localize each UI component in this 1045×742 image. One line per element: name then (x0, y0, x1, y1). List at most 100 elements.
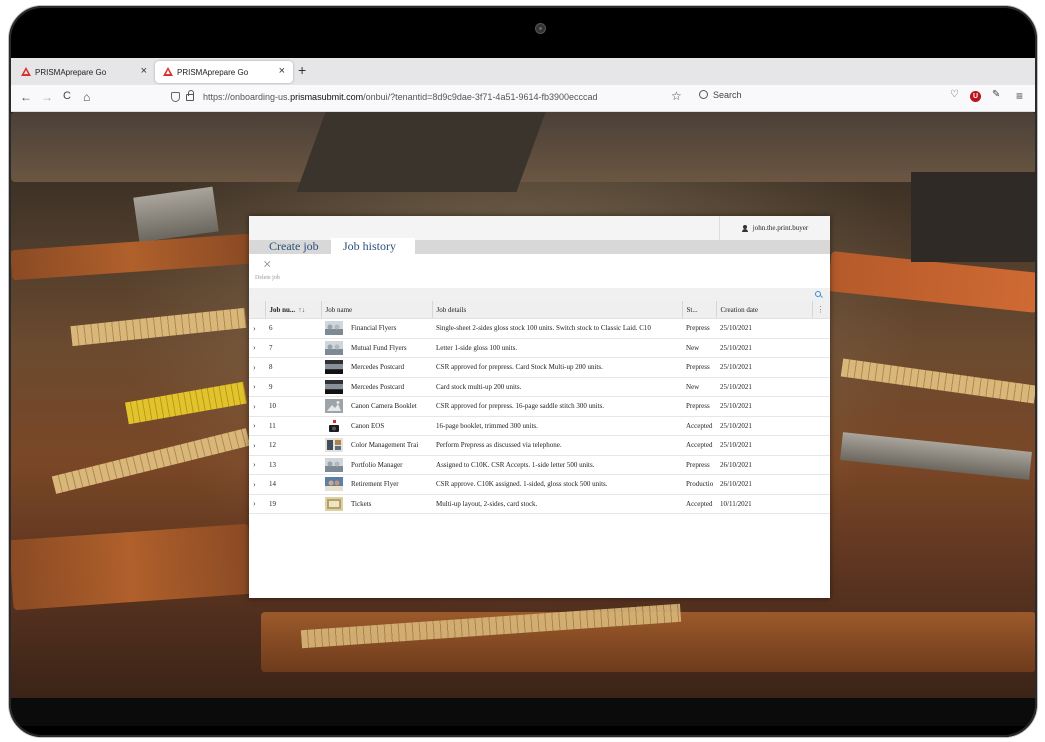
job-name-cell: Mercedes Postcard (347, 377, 433, 397)
column-header-job-number[interactable]: Job nu... ↑↓ (264, 301, 321, 319)
table-row[interactable]: › 13 Portfolio Manager Assigned to C10K.… (249, 455, 831, 475)
job-date-cell: 25/10/2021 (716, 338, 813, 358)
close-tab-icon[interactable]: × (279, 65, 285, 77)
job-number-cell: 14 (265, 474, 321, 495)
search-placeholder: Search (713, 90, 742, 100)
search-input[interactable]: Search (699, 89, 959, 100)
search-icon (699, 90, 708, 99)
job-thumbnail (321, 318, 347, 339)
bookmark-star-icon[interactable]: ☆ (671, 89, 682, 103)
sort-icon[interactable]: ↑↓ (298, 306, 305, 314)
job-number-cell: 8 (265, 357, 321, 378)
user-menu[interactable]: john.the.print.buyer (719, 216, 830, 240)
expand-row-icon[interactable]: › (253, 441, 256, 450)
url-bar[interactable]: https://onboarding-us.prismasubmit.com/o… (171, 88, 701, 108)
table-row[interactable]: › 6 Financial Flyers Single-sheet 2-side… (249, 318, 831, 339)
column-header-creation-date[interactable]: Creation date (715, 301, 813, 319)
camera-icon (535, 23, 546, 34)
expand-row-icon[interactable]: › (253, 421, 256, 430)
job-details-cell: 16-page booklet, trimmed 300 units. (432, 416, 683, 436)
close-tab-icon[interactable]: × (141, 65, 147, 77)
expand-row-icon[interactable]: › (253, 324, 256, 333)
job-thumbnail-image (325, 457, 343, 472)
job-number-cell: 11 (265, 416, 321, 436)
job-thumbnail (321, 435, 347, 456)
job-thumbnail-image (325, 477, 343, 492)
job-details-cell: CSR approved for prepress. 16-page saddl… (432, 396, 683, 417)
job-details-cell: Multi-up layout, 2-sides, card stock. (432, 494, 683, 514)
back-button[interactable]: ← (20, 90, 32, 104)
forward-button[interactable]: → (41, 90, 53, 104)
job-number-cell: 12 (265, 435, 321, 456)
ublock-icon[interactable]: U (970, 91, 981, 102)
job-status-cell: New (682, 338, 717, 358)
job-thumbnail-image (325, 321, 343, 336)
table-row[interactable]: › 14 Retirement Flyer CSR approve. C10K … (249, 474, 831, 495)
home-button[interactable]: ⌂ (83, 90, 90, 104)
expand-row-icon[interactable]: › (253, 382, 256, 391)
expand-row-icon[interactable]: › (253, 343, 256, 352)
job-thumbnail (321, 338, 347, 358)
job-date-cell: 25/10/2021 (716, 357, 813, 378)
expand-row-icon[interactable]: › (253, 499, 256, 508)
job-thumbnail (321, 494, 347, 514)
job-thumbnail-image (325, 418, 343, 433)
job-number-cell: 7 (265, 338, 321, 358)
job-thumbnail (321, 377, 347, 397)
table-row[interactable]: › 8 Mercedes Postcard CSR approved for p… (249, 357, 831, 378)
job-details-cell: Perform Prepress as discussed via teleph… (432, 435, 683, 456)
job-thumbnail-image (325, 340, 343, 355)
expand-row-icon[interactable]: › (253, 480, 256, 489)
job-status-cell: Prepress (682, 396, 717, 417)
tab-job-history[interactable]: Job history (331, 238, 415, 254)
search-icon[interactable] (815, 291, 821, 297)
job-name-cell: Mutual Fund Flyers (347, 338, 433, 358)
prisma-logo-icon (163, 67, 173, 76)
reload-button[interactable]: C (63, 90, 71, 102)
browser-tab-1-label: PRISMAprepare Go (35, 67, 107, 77)
prisma-logo-icon (21, 67, 31, 76)
job-date-cell: 26/10/2021 (716, 474, 813, 495)
job-status-cell: Accepted (682, 416, 717, 436)
menu-icon[interactable]: ≡ (1016, 89, 1023, 103)
table-row[interactable]: › 12 Color Management Trai Perform Prepr… (249, 435, 831, 456)
dock-bar (11, 698, 1036, 726)
table-row[interactable]: › 9 Mercedes Postcard Card stock multi-u… (249, 377, 831, 397)
job-number-cell: 9 (265, 377, 321, 397)
browser-tab-2[interactable]: PRISMAprepare Go × (155, 61, 293, 83)
job-name-cell: Portfolio Manager (347, 455, 433, 475)
job-thumbnail (321, 416, 347, 436)
job-thumbnail (321, 474, 347, 495)
job-thumbnail-image (325, 399, 343, 414)
pocket-icon[interactable]: ♡ (950, 89, 959, 100)
expand-row-icon[interactable]: › (253, 460, 256, 469)
job-details-cell: CSR approved for prepress. Card Stock Mu… (432, 357, 683, 378)
column-header-job-details[interactable]: Job details (431, 301, 683, 319)
job-date-cell: 25/10/2021 (716, 396, 813, 417)
extension-icon[interactable]: ✎ (992, 89, 1000, 100)
job-status-cell: Prepress (682, 455, 717, 475)
job-thumbnail (321, 357, 347, 378)
job-date-cell: 10/11/2021 (716, 494, 813, 514)
expand-row-icon[interactable]: › (253, 363, 256, 372)
filter-bar (249, 288, 830, 301)
job-date-cell: 26/10/2021 (716, 455, 813, 475)
prisma-app-window: john.the.print.buyer Create job Job hist… (249, 216, 831, 598)
table-row[interactable]: › 7 Mutual Fund Flyers Letter 1-side glo… (249, 338, 831, 358)
table-row[interactable]: › 19 Tickets Multi-up layout, 2-sides, c… (249, 494, 831, 514)
job-number-cell: 10 (265, 396, 321, 417)
job-name-cell: Canon Camera Booklet (347, 396, 433, 417)
column-header-job-name[interactable]: Job name (320, 301, 433, 319)
tab-create-job[interactable]: Create job (257, 238, 331, 254)
job-status-cell: Productio (682, 474, 717, 495)
column-header-status[interactable]: St... (681, 301, 717, 319)
new-tab-button[interactable]: + (298, 62, 306, 78)
column-menu-icon[interactable]: ⋮ (811, 301, 831, 319)
browser-tab-1[interactable]: PRISMAprepare Go × (13, 61, 155, 83)
table-row[interactable]: › 10 Canon Camera Booklet CSR approved f… (249, 396, 831, 417)
delete-job-button[interactable]: × Delete job (255, 258, 295, 283)
table-row[interactable]: › 11 Canon EOS 16-page booklet, trimmed … (249, 416, 831, 436)
expand-row-icon[interactable]: › (253, 402, 256, 411)
browser-tab-bar: PRISMAprepare Go × PRISMAprepare Go × + (11, 58, 1036, 85)
job-name-cell: Color Management Trai (347, 435, 433, 456)
